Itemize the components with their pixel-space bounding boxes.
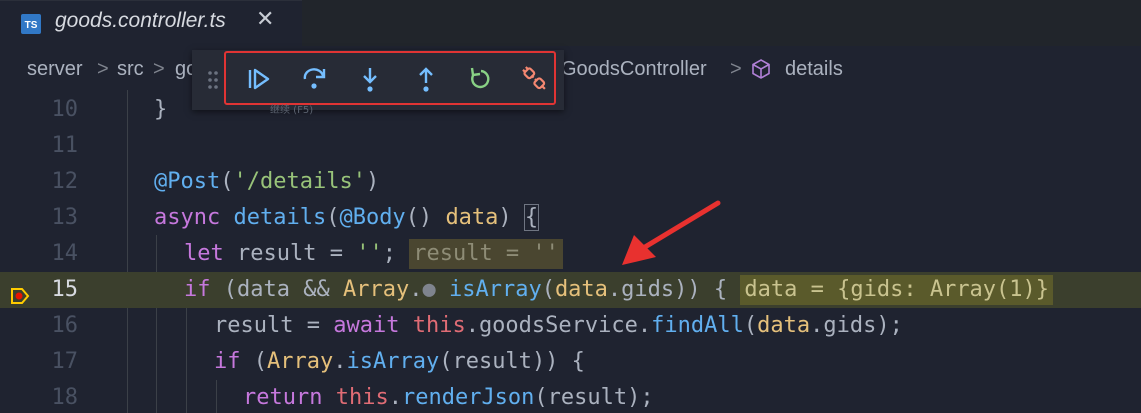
code-text: } xyxy=(154,97,168,122)
breadcrumb: server > src > go GoodsController > deta… xyxy=(0,46,1141,96)
code-line-current: 15 if (data && Array.● isArray(data.gids… xyxy=(0,272,1141,308)
tab-goods-controller[interactable]: TS goods.controller.ts ✕ xyxy=(0,0,302,47)
breadcrumb-separator: > xyxy=(153,58,165,80)
tab-bar: TS goods.controller.ts ✕ xyxy=(0,0,1141,47)
code-line: 18 return this.renderJson(result); xyxy=(0,380,1141,413)
code-text: if (Array.isArray(result)) { xyxy=(214,349,585,374)
tab-title: goods.controller.ts xyxy=(55,9,226,32)
code-text: return this.renderJson(result); xyxy=(243,385,654,410)
line-number: 14 xyxy=(51,241,79,266)
annotation-arrow-icon xyxy=(622,200,721,265)
breadcrumb-item-server[interactable]: server xyxy=(27,58,83,81)
step-into-button[interactable] xyxy=(355,64,385,94)
code-text: let result = ''; result = '' xyxy=(184,236,563,272)
inline-debug-value: result = '' xyxy=(409,239,563,269)
code-text: @Post('/details') xyxy=(154,169,380,194)
drag-grip-icon[interactable] xyxy=(206,69,220,91)
line-number: 15 xyxy=(51,277,79,302)
code-line: 11 xyxy=(0,128,1141,164)
code-line: 12 @Post('/details') xyxy=(0,164,1141,200)
code-line: 13 async details(@Body() data) { xyxy=(0,200,1141,236)
step-out-button[interactable] xyxy=(411,64,441,94)
editor-window: TS goods.controller.ts ✕ server > src > … xyxy=(0,0,1141,413)
step-over-button[interactable] xyxy=(300,64,330,94)
disconnect-button[interactable] xyxy=(520,64,550,94)
inline-debug-value: data = {gids: Array(1)} xyxy=(740,275,1054,305)
breakpoint-current-icon[interactable] xyxy=(10,281,30,304)
line-number: 11 xyxy=(51,133,79,158)
line-number: 18 xyxy=(51,385,79,410)
code-text: result = await this.goodsService.findAll… xyxy=(214,313,903,338)
code-editor[interactable]: 10 } 11 12 @Post('/details') 13 async de… xyxy=(0,90,1141,413)
breadcrumb-item-details[interactable]: details xyxy=(785,58,843,81)
line-number: 13 xyxy=(51,205,79,230)
restart-button[interactable] xyxy=(466,64,496,94)
code-line: 17 if (Array.isArray(result)) { xyxy=(0,344,1141,380)
typescript-file-icon: TS xyxy=(21,14,41,34)
debug-toolbar xyxy=(192,50,564,110)
close-icon[interactable]: ✕ xyxy=(256,7,274,32)
code-text: if (data && Array.● isArray(data.gids)) … xyxy=(184,272,1054,308)
code-line: 10 } xyxy=(0,92,1141,128)
code-text: async details(@Body() data) { xyxy=(154,204,540,231)
breadcrumb-item-goods-controller[interactable]: GoodsController xyxy=(561,58,707,81)
line-number: 12 xyxy=(51,169,79,194)
continue-button[interactable] xyxy=(244,64,274,94)
breadcrumb-separator: > xyxy=(97,58,109,80)
line-number: 17 xyxy=(51,349,79,374)
line-number: 10 xyxy=(51,97,79,122)
breadcrumb-separator: > xyxy=(730,58,742,80)
method-cube-icon xyxy=(750,58,772,86)
code-line: 16 result = await this.goodsService.find… xyxy=(0,308,1141,344)
debug-tooltip: 继续 (F5) xyxy=(270,105,314,116)
code-line: 14 let result = ''; result = '' xyxy=(0,236,1141,272)
line-number: 16 xyxy=(51,313,79,338)
breadcrumb-item-src[interactable]: src xyxy=(117,58,144,81)
